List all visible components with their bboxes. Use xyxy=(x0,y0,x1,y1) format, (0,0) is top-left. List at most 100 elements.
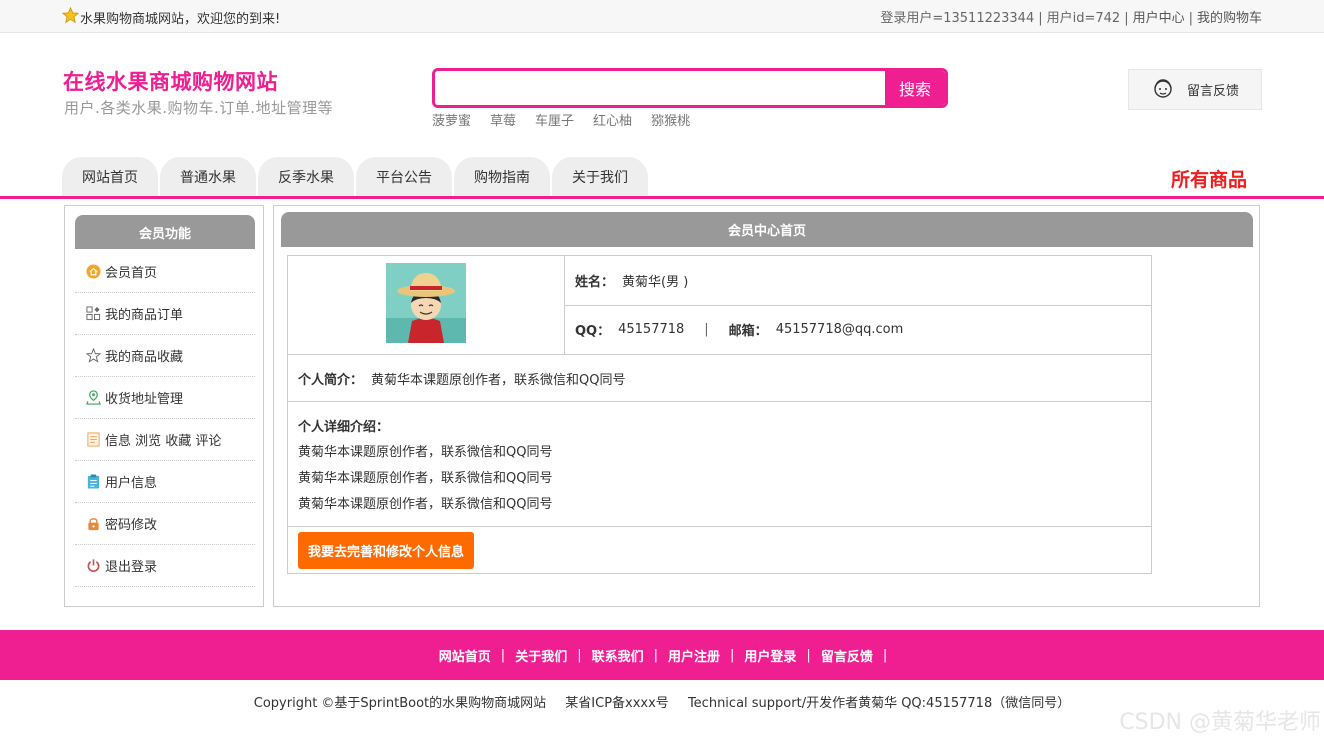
clipboard-icon xyxy=(85,474,101,490)
search-input[interactable] xyxy=(435,71,885,105)
footer-separator: | xyxy=(500,647,506,663)
intro-value: 黄菊华本课题原创作者，联系微信和QQ同号 xyxy=(371,372,626,388)
detail-line: 黄菊华本课题原创作者，联系微信和QQ同号 xyxy=(298,497,553,512)
sidebar-item-label: 会员首页 xyxy=(105,266,158,281)
watermark: CSDN @黄菊华老师 xyxy=(1119,710,1321,735)
footer-separator: | xyxy=(577,647,582,663)
nav-tab-about[interactable]: 关于我们 xyxy=(552,157,648,197)
logged-in-user: 登录用户=13511223344 xyxy=(880,11,1035,26)
qq-value: 45157718 xyxy=(618,322,685,338)
customer-service-icon xyxy=(1151,76,1175,104)
name-row: 姓名： 黄菊华(男 ) xyxy=(565,256,1151,305)
sidebar-item-label: 收货地址管理 xyxy=(105,392,184,407)
nav-tab-regular-fruit[interactable]: 普通水果 xyxy=(160,157,256,197)
qq-label: QQ： xyxy=(575,324,611,340)
intro-row: 个人简介： 黄菊华本课题原创作者，联系微信和QQ同号 xyxy=(288,355,1151,402)
sidebar-menu: 会员首页 我的商品订单 我的商品收藏 收货地址管理 信息 浏览 收藏 评论 用户… xyxy=(75,251,255,587)
main-nav: 网站首页 普通水果 反季水果 平台公告 购物指南 关于我们 xyxy=(62,157,650,197)
profile-table: 姓名： 黄菊华(男 ) QQ： 45157718 | 邮箱： 45157718@… xyxy=(287,255,1152,574)
star-icon xyxy=(85,348,101,364)
feedback-button[interactable]: 留言反馈 xyxy=(1128,69,1262,110)
top-bar: 水果购物商城网站，欢迎您的到来! 登录用户=13511223344 | 用户id=7… xyxy=(0,0,1324,33)
location-icon xyxy=(85,390,101,406)
footer-separator: | xyxy=(882,647,888,663)
nav-tab-shopping-guide[interactable]: 购物指南 xyxy=(454,157,550,197)
user-links: 登录用户=13511223344 | 用户id=742 | 用户中心 | 我的购物车 xyxy=(880,7,1262,26)
lock-icon xyxy=(85,516,101,532)
feedback-label: 留言反馈 xyxy=(1187,84,1240,99)
footer-separator: | xyxy=(730,647,735,663)
my-cart-link[interactable]: 我的购物车 xyxy=(1197,11,1262,26)
nav-divider xyxy=(0,196,1324,199)
separator: | xyxy=(1188,11,1193,26)
all-goods-link[interactable]: 所有商品 xyxy=(1171,165,1247,192)
sidebar-item-favorites[interactable]: 我的商品收藏 xyxy=(75,335,255,377)
profile-details: 姓名： 黄菊华(男 ) QQ： 45157718 | 邮箱： 45157718@… xyxy=(565,256,1151,354)
footer-link-about[interactable]: 关于我们 xyxy=(515,646,567,665)
action-row: 我要去完善和修改个人信息 xyxy=(288,527,1151,573)
icp-text: 某省ICP备xxxx号 xyxy=(565,696,669,711)
sidebar-item-password[interactable]: 密码修改 xyxy=(75,503,255,545)
hotword-link[interactable]: 草莓 xyxy=(490,110,516,129)
sidebar-item-member-home[interactable]: 会员首页 xyxy=(75,251,255,293)
avatar xyxy=(386,263,466,347)
star-icon xyxy=(61,6,80,28)
sidebar-item-orders[interactable]: 我的商品订单 xyxy=(75,293,255,335)
welcome-message: 水果购物商城网站，欢迎您的到来! xyxy=(61,6,280,28)
sidebar-item-user-info[interactable]: 用户信息 xyxy=(75,461,255,503)
detail-line: 黄菊华本课题原创作者，联系微信和QQ同号 xyxy=(298,445,553,460)
footer-link-feedback[interactable]: 留言反馈 xyxy=(821,646,873,665)
copyright-text: Copyright ©基于SprintBoot的水果购物商城网站 xyxy=(253,696,547,711)
contact-divider: | xyxy=(704,322,709,338)
email-label: 邮箱： xyxy=(728,324,768,340)
search-box: 搜索 xyxy=(432,68,948,108)
footer-link-home[interactable]: 网站首页 xyxy=(439,646,491,665)
email-value: 45157718@qq.com xyxy=(775,322,904,338)
site-subtitle: 用户.各类水果.购物车.订单.地址管理等 xyxy=(64,99,334,117)
orders-icon xyxy=(85,306,101,322)
sidebar-item-label: 退出登录 xyxy=(105,560,158,575)
contact-row: QQ： 45157718 | 邮箱： 45157718@qq.com xyxy=(565,304,1151,355)
detail-label: 个人详细介绍： xyxy=(298,420,390,435)
hotword-link[interactable]: 猕猴桃 xyxy=(651,110,690,129)
sidebar-item-label: 我的商品收藏 xyxy=(105,350,184,365)
avatar-cell xyxy=(288,256,565,354)
nav-tab-home[interactable]: 网站首页 xyxy=(62,157,158,197)
separator: | xyxy=(1038,11,1043,26)
sidebar-item-address[interactable]: 收货地址管理 xyxy=(75,377,255,419)
search-button[interactable]: 搜索 xyxy=(885,71,945,105)
edit-profile-button[interactable]: 我要去完善和修改个人信息 xyxy=(298,531,475,569)
hotword-link[interactable]: 红心柚 xyxy=(593,110,632,129)
profile-row: 姓名： 黄菊华(男 ) QQ： 45157718 | 邮箱： 45157718@… xyxy=(288,256,1151,355)
hot-keywords: 菠萝蜜 草莓 车厘子 红心柚 猕猴桃 xyxy=(432,110,690,129)
detail-row: 个人详细介绍： 黄菊华本课题原创作者，联系微信和QQ同号 黄菊华本课题原创作者，… xyxy=(288,402,1151,527)
footer-link-register[interactable]: 用户注册 xyxy=(668,646,720,665)
footer-separator: | xyxy=(653,647,658,663)
hotword-link[interactable]: 菠萝蜜 xyxy=(432,110,471,129)
sidebar-item-label: 用户信息 xyxy=(105,476,158,491)
user-center-link[interactable]: 用户中心 xyxy=(1133,11,1185,26)
footer-links: 网站首页 | 关于我们 | 联系我们 | 用户注册 | 用户登录 | 留言反馈 | xyxy=(0,630,1324,680)
member-sidebar: 会员功能 会员首页 我的商品订单 我的商品收藏 收货地址管理 信息 浏览 收藏 … xyxy=(64,205,264,607)
sidebar-item-info-browse[interactable]: 信息 浏览 收藏 评论 xyxy=(75,419,255,461)
nav-tab-announcements[interactable]: 平台公告 xyxy=(356,157,452,197)
power-icon xyxy=(85,558,101,574)
home-icon xyxy=(85,264,101,280)
sidebar-title: 会员功能 xyxy=(75,215,255,249)
footer-link-login[interactable]: 用户登录 xyxy=(744,646,796,665)
intro-label: 个人简介： xyxy=(298,372,364,388)
sidebar-item-label: 我的商品订单 xyxy=(105,308,184,323)
separator: | xyxy=(1124,11,1129,26)
hotword-link[interactable]: 车厘子 xyxy=(535,110,574,129)
member-center-panel: 会员中心首页 姓名： 黄菊华(男) QQ： 45157718 | 邮箱： 45… xyxy=(273,205,1260,607)
nav-tab-offseason-fruit[interactable]: 反季水果 xyxy=(258,157,354,197)
site-title[interactable]: 在线水果商城购物网站 xyxy=(63,66,278,96)
user-id: 用户id=742 xyxy=(1046,11,1121,26)
document-icon xyxy=(85,432,101,448)
footer-separator: | xyxy=(806,647,811,663)
support-text: Technical support/开发作者黄菊华 QQ:45157718（微信… xyxy=(687,696,1071,711)
name-value: 黄菊华(男 ) xyxy=(622,274,689,290)
footer-link-contact[interactable]: 联系我们 xyxy=(592,646,644,665)
sidebar-item-logout[interactable]: 退出登录 xyxy=(75,545,255,587)
sidebar-item-label: 密码修改 xyxy=(105,518,158,533)
